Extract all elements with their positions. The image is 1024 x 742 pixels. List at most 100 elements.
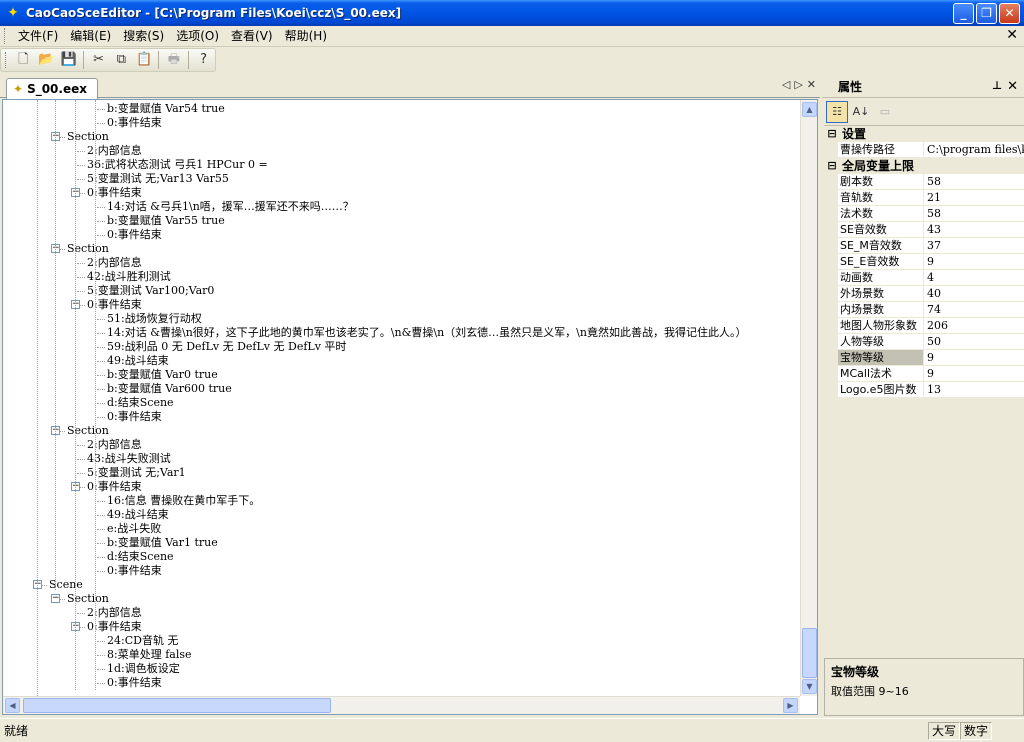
- property-row[interactable]: 音轨数 21: [824, 190, 1024, 206]
- scene-tree[interactable]: b:变量赋值 Var54 true 0:事件结束 Section −2:内部信息 36:…: [3, 100, 800, 696]
- menu-view[interactable]: 查看(V): [225, 27, 279, 46]
- scene-tree-view[interactable]: b:变量赋值 Var54 true 0:事件结束 Section −2:内部信息 36:…: [2, 99, 818, 715]
- property-row[interactable]: SE音效数 43: [824, 222, 1024, 238]
- property-row[interactable]: 曹操传路径C:\program files\koei: [824, 142, 1024, 158]
- tree-node[interactable]: 51:战场恢复行动权: [107, 312, 202, 326]
- property-value[interactable]: 21: [924, 190, 1024, 205]
- tree-node[interactable]: Section: [67, 592, 109, 606]
- tab-close-icon[interactable]: ✕: [807, 78, 816, 91]
- property-name[interactable]: 人物等级: [838, 334, 924, 349]
- tree-node[interactable]: 0:事件结束: [107, 228, 162, 242]
- tree-node[interactable]: 5:变量测试 Var100;Var0: [87, 284, 214, 298]
- property-value[interactable]: 43: [924, 222, 1024, 237]
- property-name[interactable]: 曹操传路径: [838, 142, 924, 157]
- menu-edit[interactable]: 编辑(E): [64, 27, 117, 46]
- scroll-right-icon[interactable]: ▶: [783, 698, 798, 713]
- scroll-down-icon[interactable]: ▼: [802, 679, 817, 694]
- horizontal-scrollbar[interactable]: ◀ ▶: [3, 696, 800, 714]
- toolbar-grip[interactable]: [5, 52, 8, 68]
- collapse-category-icon[interactable]: ⊟: [826, 127, 838, 140]
- tree-node[interactable]: e:战斗失败: [107, 522, 161, 536]
- tree-node[interactable]: Section: [67, 130, 109, 144]
- restore-button[interactable]: ❐: [976, 3, 997, 24]
- tree-node[interactable]: b:变量赋值 Var54 true: [107, 102, 225, 116]
- menu-grip[interactable]: [4, 28, 8, 44]
- tree-node[interactable]: 36:武将状态测试 弓兵1 HPCur 0 =: [87, 158, 268, 172]
- property-name[interactable]: 音轨数: [838, 190, 924, 205]
- tab-scroll-left-icon[interactable]: ◁: [782, 78, 790, 91]
- property-category[interactable]: ⊟ 全局变量上限: [824, 158, 1024, 174]
- tree-node[interactable]: 14:对话 &曹操\n很好，这下子此地的黄巾军也该老实了。\n&曹操\n（刘玄德…: [107, 326, 746, 340]
- property-row[interactable]: 法术数 58: [824, 206, 1024, 222]
- property-name[interactable]: 剧本数: [838, 174, 924, 189]
- help-icon[interactable]: ?: [192, 49, 215, 71]
- alphabetical-icon[interactable]: A↓: [850, 101, 872, 123]
- tree-node[interactable]: 0:事件结束: [107, 676, 162, 690]
- property-grid[interactable]: ⊟设置曹操传路径C:\program files\koei⊟全局变量上限剧本数5…: [824, 125, 1024, 398]
- property-row[interactable]: 人物等级 50: [824, 334, 1024, 350]
- tree-node[interactable]: 43:战斗失败测试: [87, 452, 171, 466]
- property-row[interactable]: Logo.e5图片数 13: [824, 382, 1024, 398]
- tree-node[interactable]: d:结束Scene: [107, 396, 174, 410]
- tree-node[interactable]: 0:事件结束: [107, 410, 162, 424]
- property-value[interactable]: 206: [924, 318, 1024, 333]
- categorized-icon[interactable]: ☷: [826, 101, 848, 123]
- tree-node[interactable]: Section: [67, 242, 109, 256]
- print-icon[interactable]: 🖶: [162, 49, 185, 71]
- tree-node[interactable]: 1d:调色板设定: [107, 662, 180, 676]
- property-name[interactable]: MCall法术: [838, 366, 924, 381]
- property-row[interactable]: 地图人物形象数 206: [824, 318, 1024, 334]
- tree-node[interactable]: 0:事件结束: [107, 116, 162, 130]
- property-name[interactable]: 法术数: [838, 206, 924, 221]
- property-row[interactable]: MCall法术 9: [824, 366, 1024, 382]
- tree-node[interactable]: 59:战利品 0 无 DefLv 无 DefLv 无 DefLv 平时: [107, 340, 346, 354]
- tree-node[interactable]: b:变量赋值 Var0 true: [107, 368, 218, 382]
- tree-node[interactable]: b:变量赋值 Var55 true: [107, 214, 225, 228]
- minimize-button[interactable]: _: [953, 3, 974, 24]
- close-panel-icon[interactable]: ✕: [1007, 79, 1018, 94]
- cut-icon[interactable]: ✂: [87, 49, 110, 71]
- property-name[interactable]: Logo.e5图片数: [838, 382, 924, 397]
- tree-node[interactable]: Section: [67, 424, 109, 438]
- vertical-scroll-thumb[interactable]: [802, 628, 817, 678]
- close-document-icon[interactable]: ✕: [1006, 26, 1018, 45]
- property-name[interactable]: SE音效数: [838, 222, 924, 237]
- tab-scroll-right-icon[interactable]: ▷: [794, 78, 802, 91]
- scroll-left-icon[interactable]: ◀: [5, 698, 20, 713]
- property-value[interactable]: 40: [924, 286, 1024, 301]
- property-name[interactable]: 外场景数: [838, 286, 924, 301]
- property-name[interactable]: 地图人物形象数: [838, 318, 924, 333]
- property-category[interactable]: ⊟ 设置: [824, 126, 1024, 142]
- tree-node[interactable]: 49:战斗结束: [107, 508, 169, 522]
- property-value[interactable]: 58: [924, 206, 1024, 221]
- tree-node[interactable]: 0:事件结束: [107, 564, 162, 578]
- collapse-category-icon[interactable]: ⊟: [826, 159, 838, 172]
- property-value[interactable]: 9: [924, 350, 1024, 365]
- property-value[interactable]: 37: [924, 238, 1024, 253]
- tree-node[interactable]: 24:CD音轨 无: [107, 634, 178, 648]
- menu-help[interactable]: 帮助(H): [279, 27, 333, 46]
- horizontal-scroll-thumb[interactable]: [23, 698, 331, 713]
- property-value[interactable]: C:\program files\koei: [924, 142, 1024, 157]
- property-row[interactable]: SE_E音效数 9: [824, 254, 1024, 270]
- property-value[interactable]: 58: [924, 174, 1024, 189]
- tree-node[interactable]: 5:变量测试 无;Var13 Var55: [87, 172, 229, 186]
- open-folder-icon[interactable]: 📂: [35, 49, 58, 71]
- tree-node[interactable]: 16:信息 曹操败在黄巾军手下。: [107, 494, 260, 508]
- save-icon[interactable]: 💾: [57, 49, 80, 71]
- property-value[interactable]: 9: [924, 366, 1024, 381]
- property-value[interactable]: 13: [924, 382, 1024, 397]
- tree-node[interactable]: 14:对话 &弓兵1\n唔，援军…援军还不来吗……？: [107, 200, 354, 214]
- property-value[interactable]: 74: [924, 302, 1024, 317]
- tree-node[interactable]: 5:变量测试 无;Var1: [87, 466, 186, 480]
- property-name[interactable]: 内场景数: [838, 302, 924, 317]
- property-name[interactable]: SE_M音效数: [838, 238, 924, 253]
- paste-icon[interactable]: 📋: [133, 49, 156, 71]
- tree-collapse-icon[interactable]: −: [51, 594, 60, 603]
- new-file-icon[interactable]: 🗋: [12, 49, 35, 71]
- menu-file[interactable]: 文件(F): [12, 27, 64, 46]
- close-window-button[interactable]: ✕: [999, 3, 1020, 24]
- property-row[interactable]: 内场景数 74: [824, 302, 1024, 318]
- scroll-up-icon[interactable]: ▲: [802, 102, 817, 117]
- property-row[interactable]: 动画数 4: [824, 270, 1024, 286]
